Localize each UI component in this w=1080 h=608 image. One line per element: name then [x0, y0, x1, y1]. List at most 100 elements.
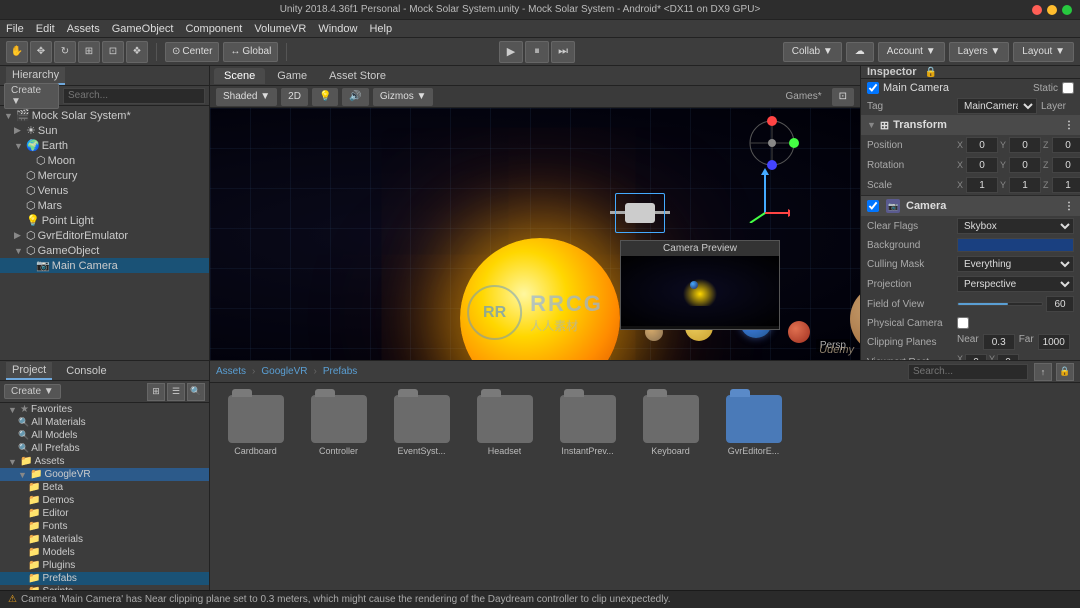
- rot-y[interactable]: [1009, 157, 1041, 173]
- minimize-button[interactable]: [1047, 5, 1057, 15]
- background-color-field[interactable]: [957, 238, 1074, 252]
- scale-z[interactable]: [1052, 177, 1080, 193]
- mars-object[interactable]: [788, 321, 810, 343]
- h-mercury[interactable]: ⬡ Mercury: [0, 168, 209, 183]
- close-button[interactable]: [1032, 5, 1042, 15]
- menu-help[interactable]: Help: [369, 23, 392, 35]
- h-sun[interactable]: ▶ ☀ Sun: [0, 123, 209, 138]
- culling-mask-select[interactable]: Everything: [957, 256, 1074, 272]
- account-button[interactable]: Account ▼: [878, 42, 945, 62]
- pt-assets[interactable]: ▼ 📁 Assets: [0, 455, 209, 468]
- h-earth[interactable]: ▼ 🌍 Earth: [0, 138, 209, 153]
- h-venus[interactable]: ⬡ Venus: [0, 183, 209, 198]
- project-tab[interactable]: Project: [6, 362, 52, 380]
- asset-cardboard[interactable]: Cardboard: [218, 391, 293, 460]
- transform-title[interactable]: ▼ ⊞ Transform ⋮: [861, 115, 1080, 135]
- hierarchy-create-btn[interactable]: Create ▼: [4, 83, 59, 109]
- menu-component[interactable]: Component: [185, 23, 242, 35]
- rot-x[interactable]: [966, 157, 998, 173]
- maximize-button[interactable]: [1062, 5, 1072, 15]
- near-value[interactable]: [983, 334, 1015, 350]
- layout-button[interactable]: Layout ▼: [1013, 42, 1074, 62]
- h-point-light[interactable]: 💡 Point Light: [0, 213, 209, 228]
- space-global-btn[interactable]: ↔ Global: [223, 42, 278, 62]
- scale-tool[interactable]: ⊞: [78, 41, 100, 63]
- 2d-btn[interactable]: 2D: [281, 88, 308, 106]
- asset-instantprev[interactable]: InstantPrev...: [550, 391, 625, 460]
- play-button[interactable]: ▶: [499, 41, 523, 63]
- menu-window[interactable]: Window: [318, 23, 357, 35]
- rect-tool[interactable]: ⊡: [102, 41, 124, 63]
- menu-volumevr[interactable]: VolumeVR: [254, 23, 306, 35]
- scene-fit-btn[interactable]: ⊡: [832, 88, 854, 106]
- project-icon-view-btn[interactable]: ⊞: [147, 383, 165, 401]
- camera-title[interactable]: 📷 Camera ⋮: [861, 196, 1080, 216]
- scale-y[interactable]: [1009, 177, 1041, 193]
- rot-z[interactable]: [1052, 157, 1080, 173]
- scene-tab[interactable]: Scene: [214, 68, 265, 84]
- static-checkbox[interactable]: [1062, 82, 1074, 94]
- vp-x[interactable]: [965, 354, 987, 360]
- obj-active-checkbox[interactable]: [867, 82, 879, 94]
- pt-all-materials[interactable]: 🔍 All Materials: [0, 416, 209, 429]
- asset-headset[interactable]: Headset: [467, 391, 542, 460]
- pivot-center-btn[interactable]: ⊙ Center: [165, 42, 219, 62]
- pt-googlevr[interactable]: ▼ 📁 GoogleVR: [0, 468, 209, 481]
- collab-button[interactable]: Collab ▼: [783, 42, 842, 62]
- h-gameobject[interactable]: ▼ ⬡ GameObject: [0, 243, 209, 258]
- layers-button[interactable]: Layers ▼: [949, 42, 1010, 62]
- multi-tool[interactable]: ❖: [126, 41, 148, 63]
- hierarchy-tab[interactable]: Hierarchy: [6, 67, 65, 85]
- far-value[interactable]: [1038, 334, 1070, 350]
- transform-settings-icon[interactable]: ⋮: [1064, 120, 1074, 131]
- move-tool[interactable]: ✥: [30, 41, 52, 63]
- lock-icon[interactable]: 🔒: [925, 67, 937, 78]
- cloud-button[interactable]: ☁: [846, 42, 874, 62]
- camera-enabled-cb[interactable]: [867, 200, 879, 212]
- pt-plugins[interactable]: 📁 Plugins: [0, 559, 209, 572]
- menu-assets[interactable]: Assets: [67, 23, 100, 35]
- pt-beta[interactable]: 📁 Beta: [0, 481, 209, 494]
- fov-value[interactable]: [1046, 296, 1074, 312]
- pos-y[interactable]: [1009, 137, 1041, 153]
- asset-eventsystem[interactable]: EventSyst...: [384, 391, 459, 460]
- asset-search-input[interactable]: [908, 364, 1028, 380]
- asset-gvreditor[interactable]: GvrEditorE...: [716, 391, 791, 460]
- project-search-btn[interactable]: 🔍: [187, 383, 205, 401]
- scene-viewport[interactable]: Persp Camera Preview RR RRCG 人人素材 Udemy: [210, 108, 860, 360]
- projection-select[interactable]: Perspective: [957, 276, 1074, 292]
- asset-controller[interactable]: Controller: [301, 391, 376, 460]
- asset-store-tab[interactable]: Asset Store: [319, 68, 396, 84]
- console-tab[interactable]: Console: [60, 363, 112, 379]
- hierarchy-search[interactable]: [63, 88, 205, 104]
- physical-camera-cb[interactable]: [957, 317, 969, 329]
- asset-lock-btn[interactable]: 🔒: [1056, 363, 1074, 381]
- hand-tool[interactable]: ✋: [6, 41, 28, 63]
- breadcrumb-googlevr[interactable]: GoogleVR: [261, 366, 307, 377]
- shaded-btn[interactable]: Shaded ▼: [216, 88, 277, 106]
- pt-demos[interactable]: 📁 Demos: [0, 494, 209, 507]
- scale-x[interactable]: [966, 177, 998, 193]
- pt-scripts[interactable]: 📁 Scripts: [0, 585, 209, 590]
- pt-editor[interactable]: 📁 Editor: [0, 507, 209, 520]
- pos-z[interactable]: [1052, 137, 1080, 153]
- h-mars[interactable]: ⬡ Mars: [0, 198, 209, 213]
- pt-fonts[interactable]: 📁 Fonts: [0, 520, 209, 533]
- breadcrumb-assets[interactable]: Assets: [216, 366, 246, 377]
- pt-favorites[interactable]: ▼ ★ Favorites: [0, 403, 209, 416]
- pt-prefabs[interactable]: 📁 Prefabs: [0, 572, 209, 585]
- pt-all-models[interactable]: 🔍 All Models: [0, 429, 209, 442]
- menu-gameobject[interactable]: GameObject: [112, 23, 174, 35]
- pt-materials[interactable]: 📁 Materials: [0, 533, 209, 546]
- camera-settings-icon[interactable]: ⋮: [1064, 201, 1074, 212]
- step-button[interactable]: ⏭: [551, 41, 575, 63]
- menu-file[interactable]: File: [6, 23, 24, 35]
- h-gvr-emulator[interactable]: ▶ ⬡ GvrEditorEmulator: [0, 228, 209, 243]
- audio-btn[interactable]: 🔊: [342, 88, 368, 106]
- project-list-view-btn[interactable]: ☰: [167, 383, 185, 401]
- h-moon[interactable]: ⬡ Moon: [0, 153, 209, 168]
- gizmos-btn[interactable]: Gizmos ▼: [373, 88, 434, 106]
- asset-up-btn[interactable]: ↑: [1034, 363, 1052, 381]
- rotate-tool[interactable]: ↻: [54, 41, 76, 63]
- game-tab[interactable]: Game: [267, 68, 317, 84]
